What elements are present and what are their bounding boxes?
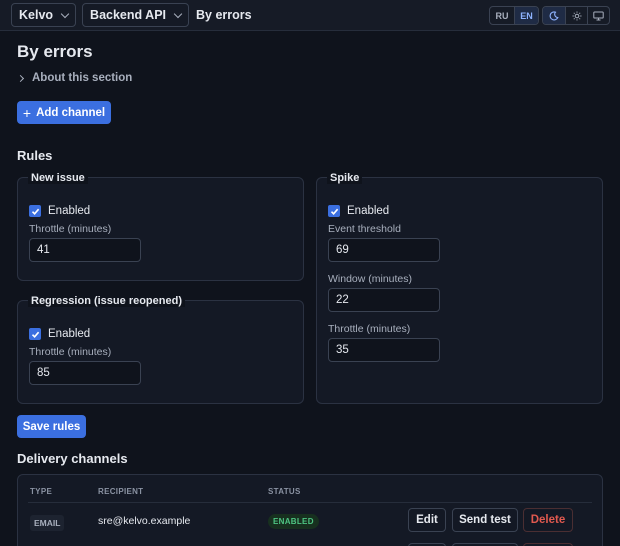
plus-icon: + [22,104,32,121]
about-section-toggle[interactable]: About this section [16,72,133,84]
add-channel-label: Add channel [36,106,106,119]
theme-system-button[interactable] [587,7,609,24]
spike-panel: Spike Enabled Event threshold 69 Window … [316,172,603,404]
breadcrumb-current: By errors [196,8,252,22]
column-header-status: STATUS [268,487,301,496]
spike-enabled-checkbox[interactable] [328,205,340,217]
column-header-recipient: RECIPIENT [98,487,144,496]
delivery-channels-heading: Delivery channels [17,451,128,466]
about-section-label: About this section [32,72,133,84]
new-issue-panel: New issue Enabled Throttle (minutes) 41 [17,172,304,281]
check-icon [330,208,338,215]
top-bar: Kelvo Backend API By errors RU EN [0,0,620,31]
spike-throttle-label: Throttle (minutes) [328,323,411,335]
theme-dark-button[interactable] [543,7,565,24]
org-selector-label: Kelvo [19,8,54,22]
project-selector[interactable]: Backend API [82,3,189,27]
add-channel-button[interactable]: + Add channel [17,101,111,124]
header-divider [28,502,592,503]
save-rules-button[interactable]: Save rules [17,415,86,438]
regression-title: Regression (issue reopened) [28,295,185,307]
rules-heading: Rules [17,148,53,163]
spike-window-label: Window (minutes) [328,273,413,285]
column-header-type: TYPE [30,487,53,496]
new-issue-enabled-checkbox[interactable] [29,205,41,217]
language-switcher: RU EN [489,6,539,25]
regression-enabled-row: Enabled [29,328,90,340]
check-icon [31,208,39,215]
spike-enabled-row: Enabled [328,205,389,217]
spike-throttle-input[interactable]: 35 [328,338,440,362]
spike-enabled-label: Enabled [347,205,390,217]
channels-table: TYPE RECIPIENT STATUS EMAIL sre@kelvo.ex… [17,474,603,546]
sun-icon [572,11,581,20]
lang-en-button[interactable]: EN [514,7,538,24]
theme-light-button[interactable] [565,7,587,24]
spike-threshold-input[interactable]: 69 [328,238,440,262]
regression-enabled-label: Enabled [48,328,91,340]
delete-channel-button[interactable]: Delete [523,508,573,532]
new-issue-throttle-label: Throttle (minutes) [29,223,112,235]
new-issue-enabled-label: Enabled [48,205,91,217]
moon-icon [549,10,559,20]
lang-ru-button[interactable]: RU [490,7,514,24]
page-title: By errors [17,42,93,61]
new-issue-throttle-input[interactable]: 41 [29,238,141,262]
project-selector-label: Backend API [90,8,166,22]
regression-enabled-checkbox[interactable] [29,328,41,340]
send-test-button[interactable]: Send test [452,508,518,532]
regression-throttle-label: Throttle (minutes) [29,346,112,358]
chevron-down-icon [173,9,183,18]
channel-recipient: sre@kelvo.example [98,515,191,527]
channel-type-badge: EMAIL [30,515,65,531]
regression-throttle-input[interactable]: 85 [29,361,141,385]
spike-title: Spike [327,172,363,184]
spike-window-input[interactable]: 22 [328,288,440,312]
check-icon [31,331,39,338]
status-badge: ENABLED [268,514,319,529]
org-selector[interactable]: Kelvo [11,3,77,27]
new-issue-enabled-row: Enabled [29,205,90,217]
chevron-down-icon [60,9,70,18]
monitor-icon [593,11,604,20]
chevron-right-icon [16,74,25,82]
theme-switcher [542,6,610,25]
edit-channel-button[interactable]: Edit [408,508,446,532]
new-issue-title: New issue [28,172,88,184]
regression-panel: Regression (issue reopened) Enabled Thro… [17,295,304,404]
spike-threshold-label: Event threshold [328,223,401,235]
